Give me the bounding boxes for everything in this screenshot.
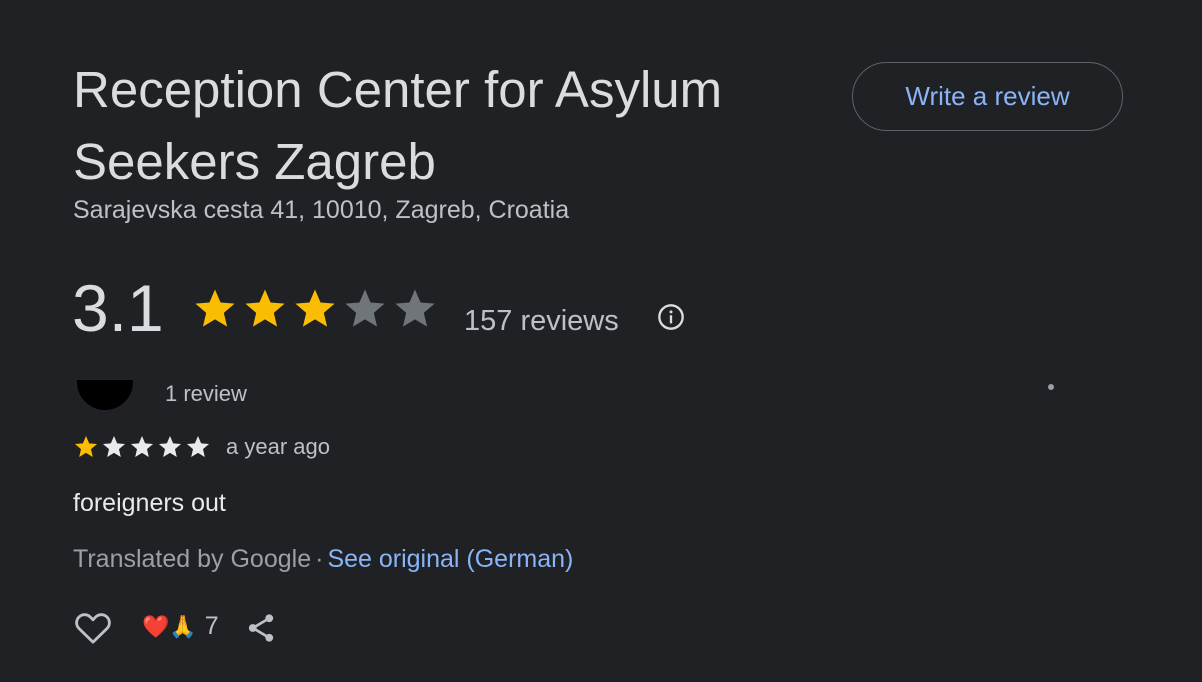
star-filled-icon: [295, 289, 335, 327]
star-filled-icon: [74, 435, 98, 457]
star-empty-icon: [130, 435, 154, 457]
review-time: a year ago: [226, 434, 330, 459]
reaction-emojis: ❤️🙏: [142, 613, 197, 639]
review-stars: [73, 434, 211, 460]
translated-by-label: Translated by Google: [73, 545, 312, 573]
star-empty-icon: [102, 435, 126, 457]
reaction-count: 7: [204, 612, 219, 640]
reviewer-review-count[interactable]: 1 review: [165, 381, 247, 407]
star-empty-icon: [158, 435, 182, 457]
review-actions: ❤️🙏 7: [73, 606, 373, 650]
separator-dot: ·: [315, 545, 324, 573]
rating-stars: [192, 286, 438, 332]
write-review-button[interactable]: Write a review: [852, 62, 1123, 131]
translation-note: Translated by Google · See original (Germa…: [73, 545, 573, 574]
star-filled-icon: [245, 289, 285, 327]
place-title: Reception Center for Asylum Seekers Zagr…: [73, 61, 723, 190]
heart-icon[interactable]: [73, 608, 113, 648]
star-filled-icon: [195, 289, 235, 327]
see-original-link[interactable]: See original (German): [327, 545, 573, 573]
star-empty-icon: [345, 289, 385, 327]
review-header: 1 review: [0, 380, 1202, 410]
reactions[interactable]: ❤️🙏 7: [142, 612, 219, 641]
more-options-icon[interactable]: [1048, 384, 1054, 390]
reviews-count: 157 reviews: [464, 305, 619, 337]
info-icon[interactable]: [657, 303, 685, 331]
review-panel: Reception Center for Asylum Seekers Zagr…: [0, 0, 1202, 682]
review-text: foreigners out: [73, 489, 226, 517]
place-address: Sarajevska cesta 41, 10010, Zagreb, Croa…: [73, 196, 570, 224]
avatar[interactable]: [77, 380, 133, 410]
star-empty-icon: [395, 289, 435, 327]
star-empty-icon: [186, 435, 210, 457]
rating-value: 3.1: [72, 271, 164, 345]
share-icon[interactable]: [243, 610, 279, 646]
